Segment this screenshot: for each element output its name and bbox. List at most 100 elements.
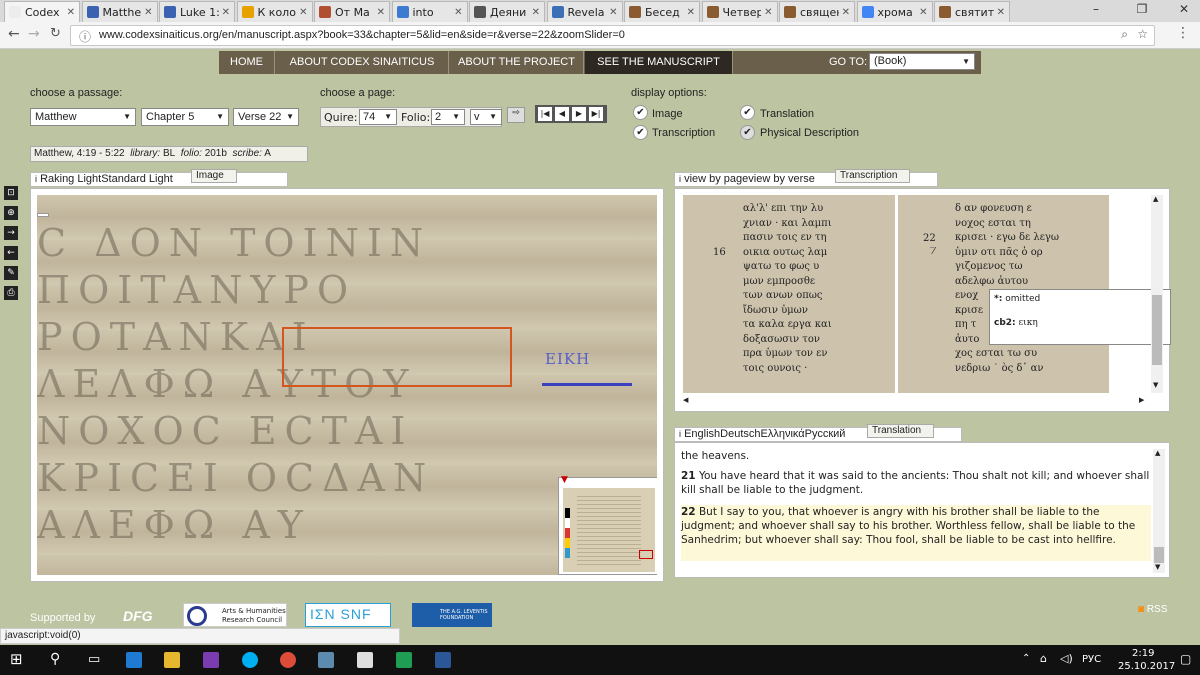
close-tab-icon[interactable]: ✕ — [454, 7, 462, 18]
browser-tab[interactable]: Codex ✕ — [4, 1, 80, 22]
folio-select[interactable]: 2 ▼ — [431, 109, 465, 125]
thumbnail-navigator[interactable]: ▼ — [558, 475, 657, 575]
forward-icon[interactable]: → — [28, 26, 40, 42]
translation-check-icon[interactable]: ✔ — [740, 105, 755, 120]
snf-logo[interactable]: ΙΣΝ SNF — [305, 603, 391, 627]
close-tab-icon[interactable]: ✕ — [222, 7, 230, 18]
edge-icon[interactable] — [126, 652, 142, 668]
browser-tab[interactable]: святит ✕ — [934, 1, 1010, 22]
fit-icon[interactable]: ⊡ — [4, 186, 18, 200]
print-icon[interactable]: ⎙ — [4, 286, 18, 300]
scroll-down-icon[interactable]: ▼ — [1155, 563, 1160, 571]
bookmark-star-icon[interactable]: ☆ — [1137, 27, 1148, 41]
network-icon[interactable]: ⌂ — [1040, 652, 1047, 665]
close-tab-icon[interactable]: ✕ — [299, 7, 307, 18]
translation-scrollbar[interactable]: ▲ ▼ — [1153, 449, 1165, 573]
file-explorer-icon[interactable] — [164, 652, 180, 668]
leventis-logo[interactable]: THE A.G. LEVENTIS FOUNDATION — [412, 603, 492, 627]
photos-icon[interactable] — [357, 652, 373, 668]
close-tab-icon[interactable]: ✕ — [67, 7, 75, 18]
verse-select[interactable]: Verse 22 ▼ — [233, 108, 299, 126]
physical-check-icon[interactable]: ✔ — [740, 125, 755, 140]
minimize-button[interactable]: – — [1082, 2, 1110, 20]
language-indicator[interactable]: РУС — [1082, 654, 1101, 665]
close-tab-icon[interactable]: ✕ — [377, 7, 385, 18]
manuscript-image[interactable]: Ϲ ΔΟΝ ΤΟΙΝΙΝ ΠΟΙΤΑΝΥΡΟ ΡΟΤΑΝΚΑΙ ΛΕΛΦΩ ΑΥΤΟΥ… — [37, 195, 657, 575]
browser-tab[interactable]: хрома ✕ — [856, 1, 933, 22]
scroll-right-icon[interactable]: ▶ — [1139, 396, 1144, 404]
close-tab-icon[interactable]: ✕ — [764, 7, 772, 18]
close-tab-icon[interactable]: ✕ — [687, 7, 695, 18]
browser-tab[interactable]: священ✕ — [779, 1, 855, 22]
last-page-icon[interactable]: ▶| — [589, 107, 603, 121]
close-tab-icon[interactable]: ✕ — [609, 7, 617, 18]
close-tab-icon[interactable]: ✕ — [997, 7, 1005, 18]
browser-tab[interactable]: К коло ✕ — [236, 1, 313, 22]
excel-icon[interactable] — [396, 652, 412, 668]
tray-up-icon[interactable]: ⌃ — [1022, 653, 1030, 664]
scroll-marker[interactable] — [37, 213, 49, 217]
browser-tab[interactable]: into ✕ — [391, 1, 468, 22]
back-icon[interactable]: ← — [8, 26, 20, 42]
paint-icon[interactable] — [318, 652, 334, 668]
chapter-select[interactable]: Chapter 5 ▼ — [141, 108, 229, 126]
volume-icon[interactable]: ◁) — [1060, 652, 1073, 665]
browser-tab[interactable]: От Ма ✕ — [314, 1, 390, 22]
browser-tab[interactable]: Luke 1: ✕ — [159, 1, 235, 22]
transcription-view-tabs[interactable]: view by pageview by verse — [684, 173, 815, 185]
side-select[interactable]: v ▼ — [470, 109, 502, 125]
language-tabs[interactable]: EnglishDeutschΕλληνικάРусский — [684, 428, 845, 440]
windows-start-icon[interactable]: ⊞ — [10, 650, 23, 668]
reload-icon[interactable]: ↻ — [50, 26, 61, 41]
nav-home[interactable]: HOME — [219, 51, 275, 74]
skype-icon[interactable] — [242, 652, 258, 668]
scroll-down-icon[interactable]: ▼ — [1153, 381, 1158, 389]
arrow-left-icon[interactable]: ← — [4, 246, 18, 260]
close-tab-icon[interactable]: ✕ — [144, 7, 152, 18]
go-button[interactable]: ⇨ — [507, 107, 525, 123]
goto-select[interactable]: (Book) ▼ — [869, 53, 975, 70]
nav-see-manuscript[interactable]: SEE THE MANUSCRIPT — [585, 51, 733, 74]
info-icon[interactable]: i — [679, 429, 681, 439]
clock-date[interactable]: 25.10.2017 — [1118, 661, 1175, 672]
light-tabs[interactable]: Raking LightStandard Light — [40, 173, 173, 185]
browser-tab[interactable]: Четвер ✕ — [701, 1, 778, 22]
app-icon[interactable] — [203, 652, 219, 668]
transcription-scrollbar[interactable]: ▲ ▼ — [1151, 195, 1163, 393]
info-icon[interactable]: i — [679, 174, 681, 184]
quire-select[interactable]: 74 ▼ — [359, 109, 397, 125]
task-view-icon[interactable]: ▭ — [88, 652, 100, 667]
maximize-button[interactable]: ❐ — [1128, 2, 1156, 20]
browser-tab[interactable]: Бесед ✕ — [624, 1, 700, 22]
close-tab-icon[interactable]: ✕ — [532, 7, 540, 18]
thumbnail-viewport[interactable] — [639, 550, 653, 559]
first-page-icon[interactable]: |◀ — [538, 107, 552, 121]
chrome-icon[interactable] — [280, 652, 296, 668]
scroll-thumb[interactable] — [1154, 547, 1164, 563]
url-input[interactable]: ⓘ www.codexsinaiticus.org/en/manuscript.… — [70, 25, 1155, 46]
notifications-icon[interactable]: ▢ — [1180, 652, 1191, 666]
ahrc-logo[interactable]: Arts & Humanities Research Council — [183, 603, 287, 627]
scroll-thumb[interactable] — [1152, 295, 1162, 365]
nav-about-codex[interactable]: ABOUT CODEX SINAITICUS — [276, 51, 449, 74]
browser-tab[interactable]: Matthe ✕ — [81, 1, 158, 22]
transcription-check-icon[interactable]: ✔ — [633, 125, 648, 140]
zoom-in-icon[interactable]: ⊕ — [4, 206, 18, 220]
zoom-icon[interactable]: ⌕ — [1121, 27, 1128, 42]
scroll-up-icon[interactable]: ▲ — [1155, 449, 1160, 457]
word-icon[interactable] — [435, 652, 451, 668]
scroll-left-icon[interactable]: ◀ — [683, 396, 688, 404]
clock-time[interactable]: 2:19 — [1132, 648, 1154, 659]
edit-icon[interactable]: ✎ — [4, 266, 18, 280]
dfg-logo[interactable]: DFG — [123, 608, 153, 624]
arrow-right-icon[interactable]: → — [4, 226, 18, 240]
browser-tab[interactable]: Деяни ✕ — [469, 1, 545, 22]
next-page-icon[interactable]: ▶ — [572, 107, 586, 121]
rss-link[interactable]: ◙ RSS — [1138, 604, 1167, 615]
browser-tab[interactable]: Revela ✕ — [546, 1, 623, 22]
nav-about-project[interactable]: ABOUT THE PROJECT — [450, 51, 584, 74]
search-icon[interactable]: ⚲ — [50, 651, 60, 667]
menu-icon[interactable]: ⋮ — [1176, 25, 1190, 41]
scroll-up-icon[interactable]: ▲ — [1153, 195, 1158, 203]
image-check-icon[interactable]: ✔ — [633, 105, 648, 120]
